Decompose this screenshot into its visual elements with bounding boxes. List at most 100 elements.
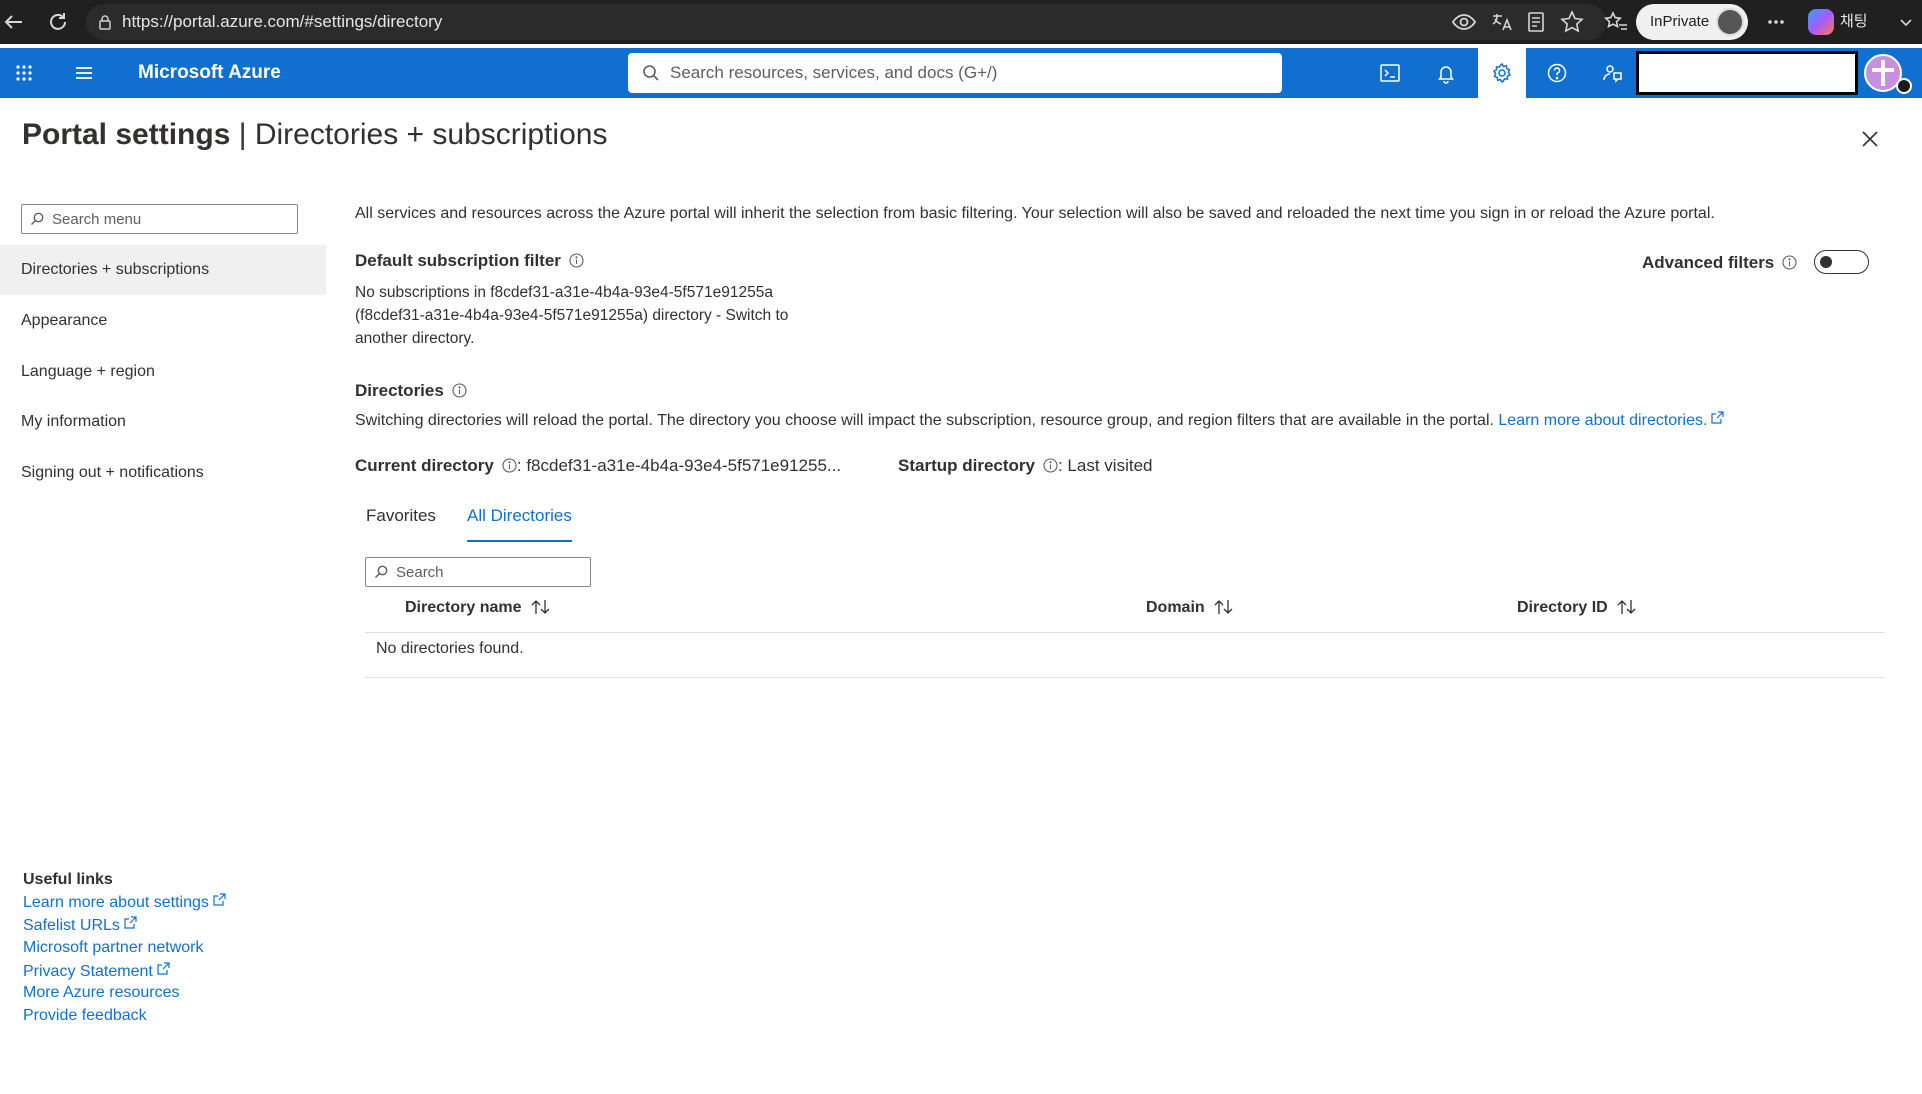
info-icon[interactable] [1043,458,1058,473]
info-icon[interactable] [1782,255,1797,270]
current-directory-label: Current directory [355,456,494,475]
table-bottom-divider [365,677,1885,678]
external-link-icon [1711,411,1725,424]
section-title-text: Default subscription filter [355,251,561,270]
current-directory: Current directory : f8cdef31-a31e-4b4a-93… [355,456,841,476]
global-search-input[interactable] [670,53,1270,93]
column-directory-name[interactable]: Directory name [405,599,552,617]
favorite-star-icon[interactable] [1558,8,1586,36]
cloud-shell-icon[interactable] [1366,48,1414,98]
sort-icon[interactable] [1616,599,1638,615]
link-microsoft-partner-network[interactable]: Microsoft partner network [23,939,204,957]
reader-icon[interactable] [1522,8,1550,36]
default-filter-text: No subscriptions in f8cdef31-a31e-4b4a-9… [355,284,789,347]
hamburger-menu-icon[interactable] [60,48,108,98]
menu-search-input[interactable] [52,205,292,233]
startup-directory-value: : Last visited [1057,456,1153,475]
startup-directory-label: Startup directory [898,456,1035,475]
lock-icon [96,13,114,31]
tab-all-directories[interactable]: All Directories [467,506,572,542]
menu-search-box[interactable] [21,204,298,234]
learn-more-directories-link[interactable]: Learn more about directories. [1498,412,1707,429]
sort-icon[interactable] [530,599,552,615]
sort-icon[interactable] [1213,599,1235,615]
link-label[interactable]: More Azure resources [23,984,180,1001]
back-icon[interactable] [0,8,28,36]
empty-table-message: No directories found. [376,640,524,657]
sidebar-item-directories-subscriptions[interactable]: Directories + subscriptions [0,245,326,295]
column-domain[interactable]: Domain [1146,599,1235,617]
current-directory-value: : f8cdef31-a31e-4b4a-93e4-5f571e91255... [516,456,842,475]
info-icon[interactable] [502,458,517,473]
tracking-eye-icon[interactable] [1450,8,1478,36]
copilot-icon[interactable] [1808,9,1834,35]
inprivate-label: InPrivate [1650,13,1710,30]
sidebar-item-appearance[interactable]: Appearance [0,296,326,346]
external-link-icon [157,962,170,975]
default-subscription-filter-title: Default subscription filter [355,251,584,271]
settings-gear-icon[interactable] [1478,48,1526,98]
column-label[interactable]: Domain [1146,599,1205,616]
page-title-strong: Portal settings [22,118,231,151]
useful-links-title: Useful links [23,871,113,888]
directories-title: Directories [355,381,467,401]
inprivate-badge[interactable]: InPrivate [1636,4,1748,40]
link-label[interactable]: Privacy Statement [23,963,153,980]
refresh-icon[interactable] [44,8,72,36]
chat-label[interactable]: 채팅 [1840,0,1868,44]
sidebar-item-my-information[interactable]: My information [0,397,326,447]
column-directory-id[interactable]: Directory ID [1517,599,1638,617]
tab-favorites[interactable]: Favorites [366,506,436,542]
favorites-icon[interactable] [1602,8,1630,36]
link-safelist-urls[interactable]: Safelist URLs [23,916,137,935]
azure-top-bar: Microsoft Azure [0,48,1922,98]
external-link-icon [124,916,137,929]
url-text[interactable]: https://portal.azure.com/#settings/direc… [122,4,442,40]
close-icon[interactable] [1855,124,1885,154]
startup-directory: Startup directory : Last visited [898,456,1152,476]
link-label[interactable]: Learn more about settings [23,894,209,911]
address-bar[interactable]: https://portal.azure.com/#settings/direc… [86,4,1606,40]
search-icon [374,565,388,579]
app-launcher-icon[interactable] [0,48,48,98]
sidebar-item-language-region[interactable]: Language + region [0,347,326,397]
profile-avatar [1716,8,1744,36]
search-icon [642,64,660,82]
directories-description-text: Switching directories will reload the po… [355,412,1494,429]
browser-toolbar: https://portal.azure.com/#settings/direc… [0,0,1922,44]
advanced-filters-toggle[interactable] [1814,250,1869,274]
help-icon[interactable] [1533,48,1581,98]
external-link-icon [213,893,226,906]
intro-text: All services and resources across the Az… [355,205,1715,222]
table-header-divider [365,632,1885,633]
link-label[interactable]: Provide feedback [23,1007,147,1024]
link-label[interactable]: Safelist URLs [23,917,120,934]
account-info-box[interactable] [1636,51,1858,95]
brand-title[interactable]: Microsoft Azure [138,48,281,98]
avatar-status-badge [1896,78,1912,94]
notifications-bell-icon[interactable] [1422,48,1470,98]
feedback-icon[interactable] [1588,48,1636,98]
directories-description: Switching directories will reload the po… [355,411,1725,430]
search-icon [30,212,44,226]
link-privacy-statement[interactable]: Privacy Statement [23,962,170,981]
page-title-rest: | Directories + subscriptions [230,118,608,151]
translate-icon[interactable] [1488,8,1516,36]
sidebar-item-signing-out-notifications[interactable]: Signing out + notifications [0,448,326,498]
column-label[interactable]: Directory ID [1517,599,1608,616]
more-options-icon[interactable] [1762,8,1790,36]
section-title-text: Directories [355,381,444,400]
advanced-filters-text: Advanced filters [1642,253,1775,272]
info-icon[interactable] [569,253,584,268]
directory-search-box[interactable] [365,557,591,587]
global-search-box[interactable] [628,53,1282,93]
link-label[interactable]: Microsoft partner network [23,939,204,956]
directory-search-input[interactable] [396,558,586,586]
info-icon[interactable] [452,383,467,398]
toggle-knob [1820,256,1832,268]
link-provide-feedback[interactable]: Provide feedback [23,1007,147,1025]
chevron-down-icon[interactable] [1892,8,1920,36]
link-more-azure-resources[interactable]: More Azure resources [23,984,180,1002]
column-label[interactable]: Directory name [405,599,522,616]
link-learn-more-settings[interactable]: Learn more about settings [23,893,226,912]
